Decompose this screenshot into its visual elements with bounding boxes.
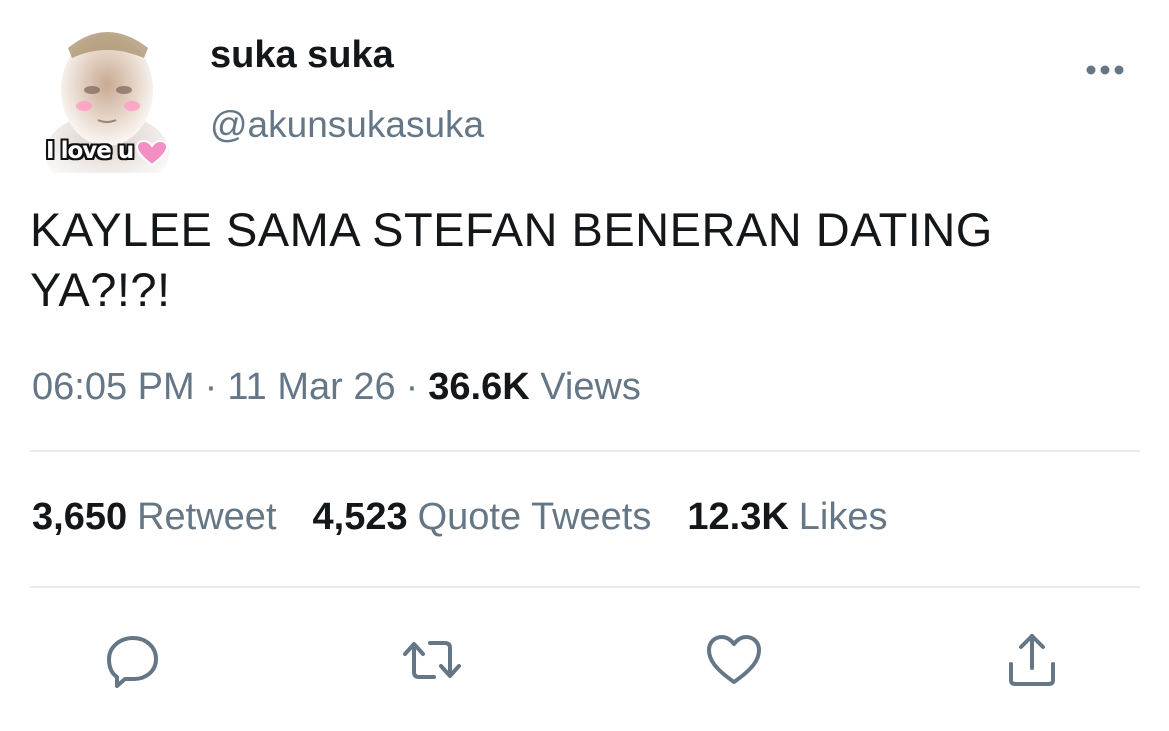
tweet-text: KAYLEE SAMA STEFAN BENERAN DATING YA?!?!: [30, 203, 993, 316]
share-button[interactable]: [1000, 628, 1064, 692]
views-label: Views: [540, 366, 641, 408]
divider: [30, 450, 1140, 452]
tweet-meta: 06:05 PM · 11 Mar 26 · 36.6K Views: [32, 366, 641, 409]
tweet-card: I love u suka suka @akunsukasuka KAYLEE …: [0, 0, 1169, 731]
retweets-count: 3,650: [32, 496, 128, 538]
like-icon: [707, 635, 761, 684]
retweet-button[interactable]: [400, 628, 464, 692]
reply-button[interactable]: [101, 628, 165, 692]
retweets-stat[interactable]: 3,650 Retweet: [32, 496, 277, 539]
avatar-caption: I love u: [46, 138, 134, 164]
divider: [30, 586, 1140, 588]
tweet-stats: 3,650 Retweet 4,523 Quote Tweets 12.3K Likes: [32, 496, 924, 539]
reply-icon: [107, 636, 158, 688]
tweet-date[interactable]: 11 Mar 26: [227, 366, 395, 408]
display-name[interactable]: suka suka: [210, 34, 394, 77]
tweet-time[interactable]: 06:05 PM: [32, 366, 195, 408]
heart-sticker-icon: [136, 140, 168, 166]
share-icon: [1009, 634, 1055, 686]
quote-tweets-stat[interactable]: 4,523 Quote Tweets: [313, 496, 652, 539]
views-count: 36.6K: [428, 366, 530, 408]
quote-tweets-count: 4,523: [312, 496, 408, 538]
user-handle[interactable]: @akunsukasuka: [210, 104, 484, 146]
likes-count: 12.3K: [687, 496, 789, 538]
retweet-icon: [403, 641, 461, 679]
more-icon: [1086, 65, 1124, 75]
likes-stat[interactable]: 12.3K Likes: [687, 496, 887, 539]
more-options-button[interactable]: [1080, 58, 1130, 82]
meta-separator: ·: [204, 366, 218, 408]
avatar[interactable]: I love u: [40, 18, 175, 173]
retweets-label: Retweet: [137, 496, 277, 538]
like-button[interactable]: [702, 628, 766, 692]
quote-tweets-label: Quote Tweets: [417, 496, 652, 538]
meta-separator: ·: [405, 366, 419, 408]
likes-label: Likes: [798, 496, 888, 538]
